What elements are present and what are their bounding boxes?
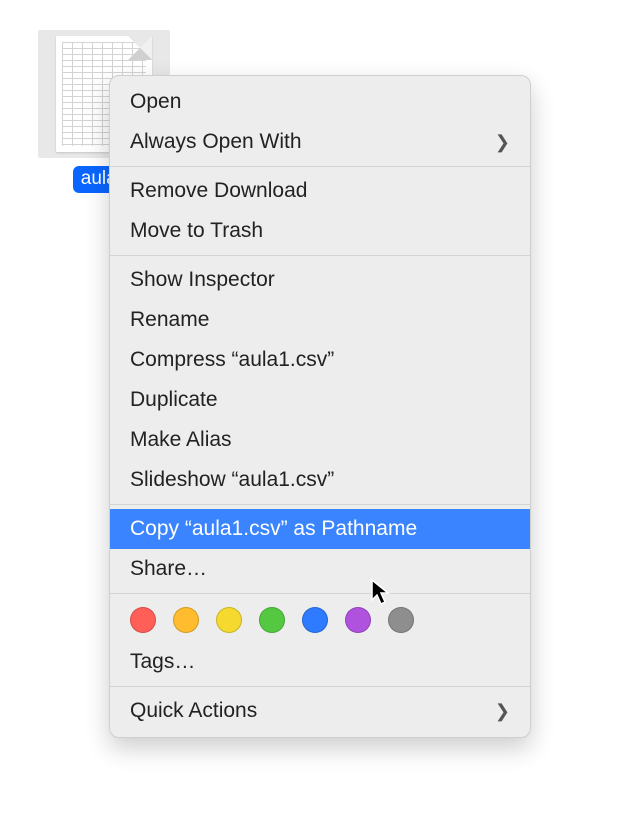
menu-item-label: Tags… (130, 650, 510, 674)
menu-item-label: Quick Actions (130, 699, 495, 723)
tag-color-3[interactable] (259, 607, 285, 633)
menu-item-label: Open (130, 90, 510, 114)
tag-color-2[interactable] (216, 607, 242, 633)
menu-item-label: Rename (130, 308, 510, 332)
menu-item-label: Compress “aula1.csv” (130, 348, 510, 372)
chevron-right-icon: ❯ (495, 701, 510, 722)
tag-color-4[interactable] (302, 607, 328, 633)
menu-item-move-to-trash[interactable]: Move to Trash (110, 211, 530, 251)
menu-item-label: Move to Trash (130, 219, 510, 243)
menu-item-show-inspector[interactable]: Show Inspector (110, 260, 530, 300)
menu-item-rename[interactable]: Rename (110, 300, 530, 340)
menu-item-label: Make Alias (130, 428, 510, 452)
menu-separator (110, 593, 530, 594)
menu-item-compress[interactable]: Compress “aula1.csv” (110, 340, 530, 380)
menu-item-copy-pathname[interactable]: Copy “aula1.csv” as Pathname (110, 509, 530, 549)
tag-color-1[interactable] (173, 607, 199, 633)
tag-color-6[interactable] (388, 607, 414, 633)
tag-color-5[interactable] (345, 607, 371, 633)
context-menu: OpenAlways Open With❯Remove DownloadMove… (109, 75, 531, 738)
menu-item-label: Always Open With (130, 130, 495, 154)
menu-item-label: Copy “aula1.csv” as Pathname (130, 517, 510, 541)
menu-item-label: Remove Download (130, 179, 510, 203)
menu-item-tags[interactable]: Tags… (110, 642, 530, 682)
menu-item-duplicate[interactable]: Duplicate (110, 380, 530, 420)
tag-color-0[interactable] (130, 607, 156, 633)
tag-color-row (110, 598, 530, 642)
menu-item-label: Share… (130, 557, 510, 581)
chevron-right-icon: ❯ (495, 132, 510, 153)
menu-separator (110, 686, 530, 687)
menu-item-label: Duplicate (130, 388, 510, 412)
menu-separator (110, 504, 530, 505)
menu-item-share[interactable]: Share… (110, 549, 530, 589)
menu-separator (110, 255, 530, 256)
menu-item-always-open-with[interactable]: Always Open With❯ (110, 122, 530, 162)
menu-item-quick-actions[interactable]: Quick Actions❯ (110, 691, 530, 731)
menu-item-make-alias[interactable]: Make Alias (110, 420, 530, 460)
menu-separator (110, 166, 530, 167)
menu-item-remove-download[interactable]: Remove Download (110, 171, 530, 211)
menu-item-label: Show Inspector (130, 268, 510, 292)
menu-item-open[interactable]: Open (110, 82, 530, 122)
menu-item-label: Slideshow “aula1.csv” (130, 468, 510, 492)
menu-item-slideshow[interactable]: Slideshow “aula1.csv” (110, 460, 530, 500)
